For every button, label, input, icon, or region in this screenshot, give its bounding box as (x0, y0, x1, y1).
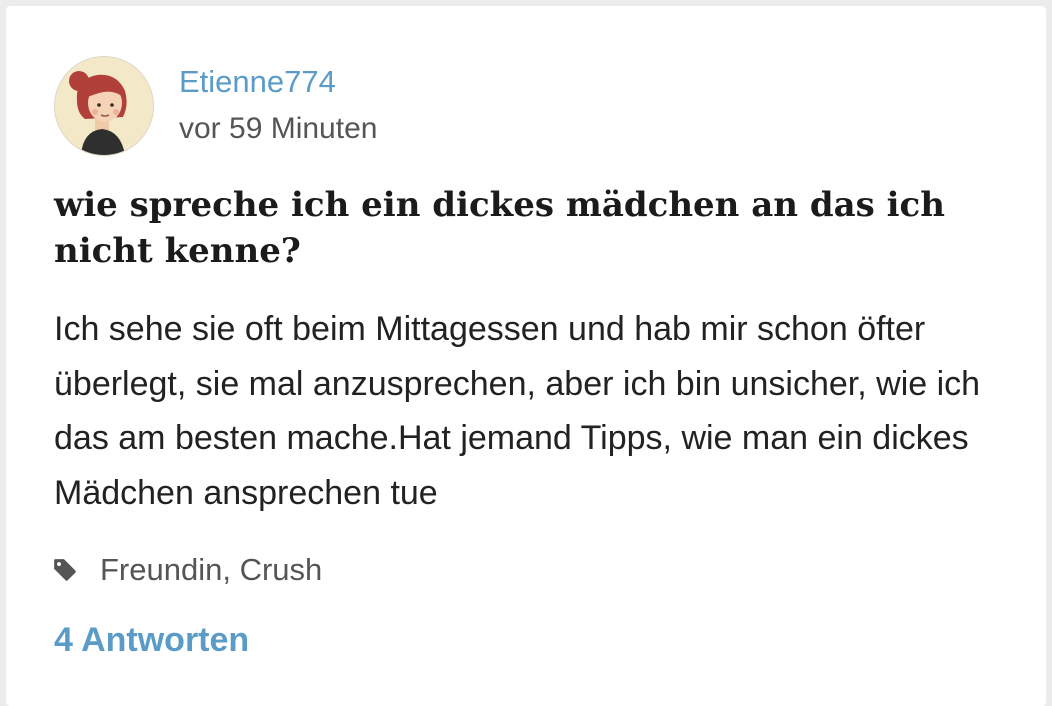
question-title[interactable]: wie spreche ich ein dickes mädchen an da… (54, 182, 994, 274)
post-timestamp: vor 59 Minuten (179, 112, 378, 145)
user-avatar[interactable] (54, 56, 154, 156)
question-card: Etienne774 vor 59 Minuten wie spreche ic… (6, 6, 1046, 706)
username-link[interactable]: Etienne774 (179, 64, 336, 100)
tag-list: Freundin, Crush (52, 550, 322, 590)
answers-link[interactable]: 4 Antworten (54, 621, 249, 660)
question-body: Ich sehe sie oft beim Mittagessen und ha… (54, 310, 981, 512)
tag-icon (52, 557, 78, 583)
tags-text[interactable]: Freundin, Crush (100, 552, 322, 588)
avatar-woman-icon (55, 57, 153, 155)
